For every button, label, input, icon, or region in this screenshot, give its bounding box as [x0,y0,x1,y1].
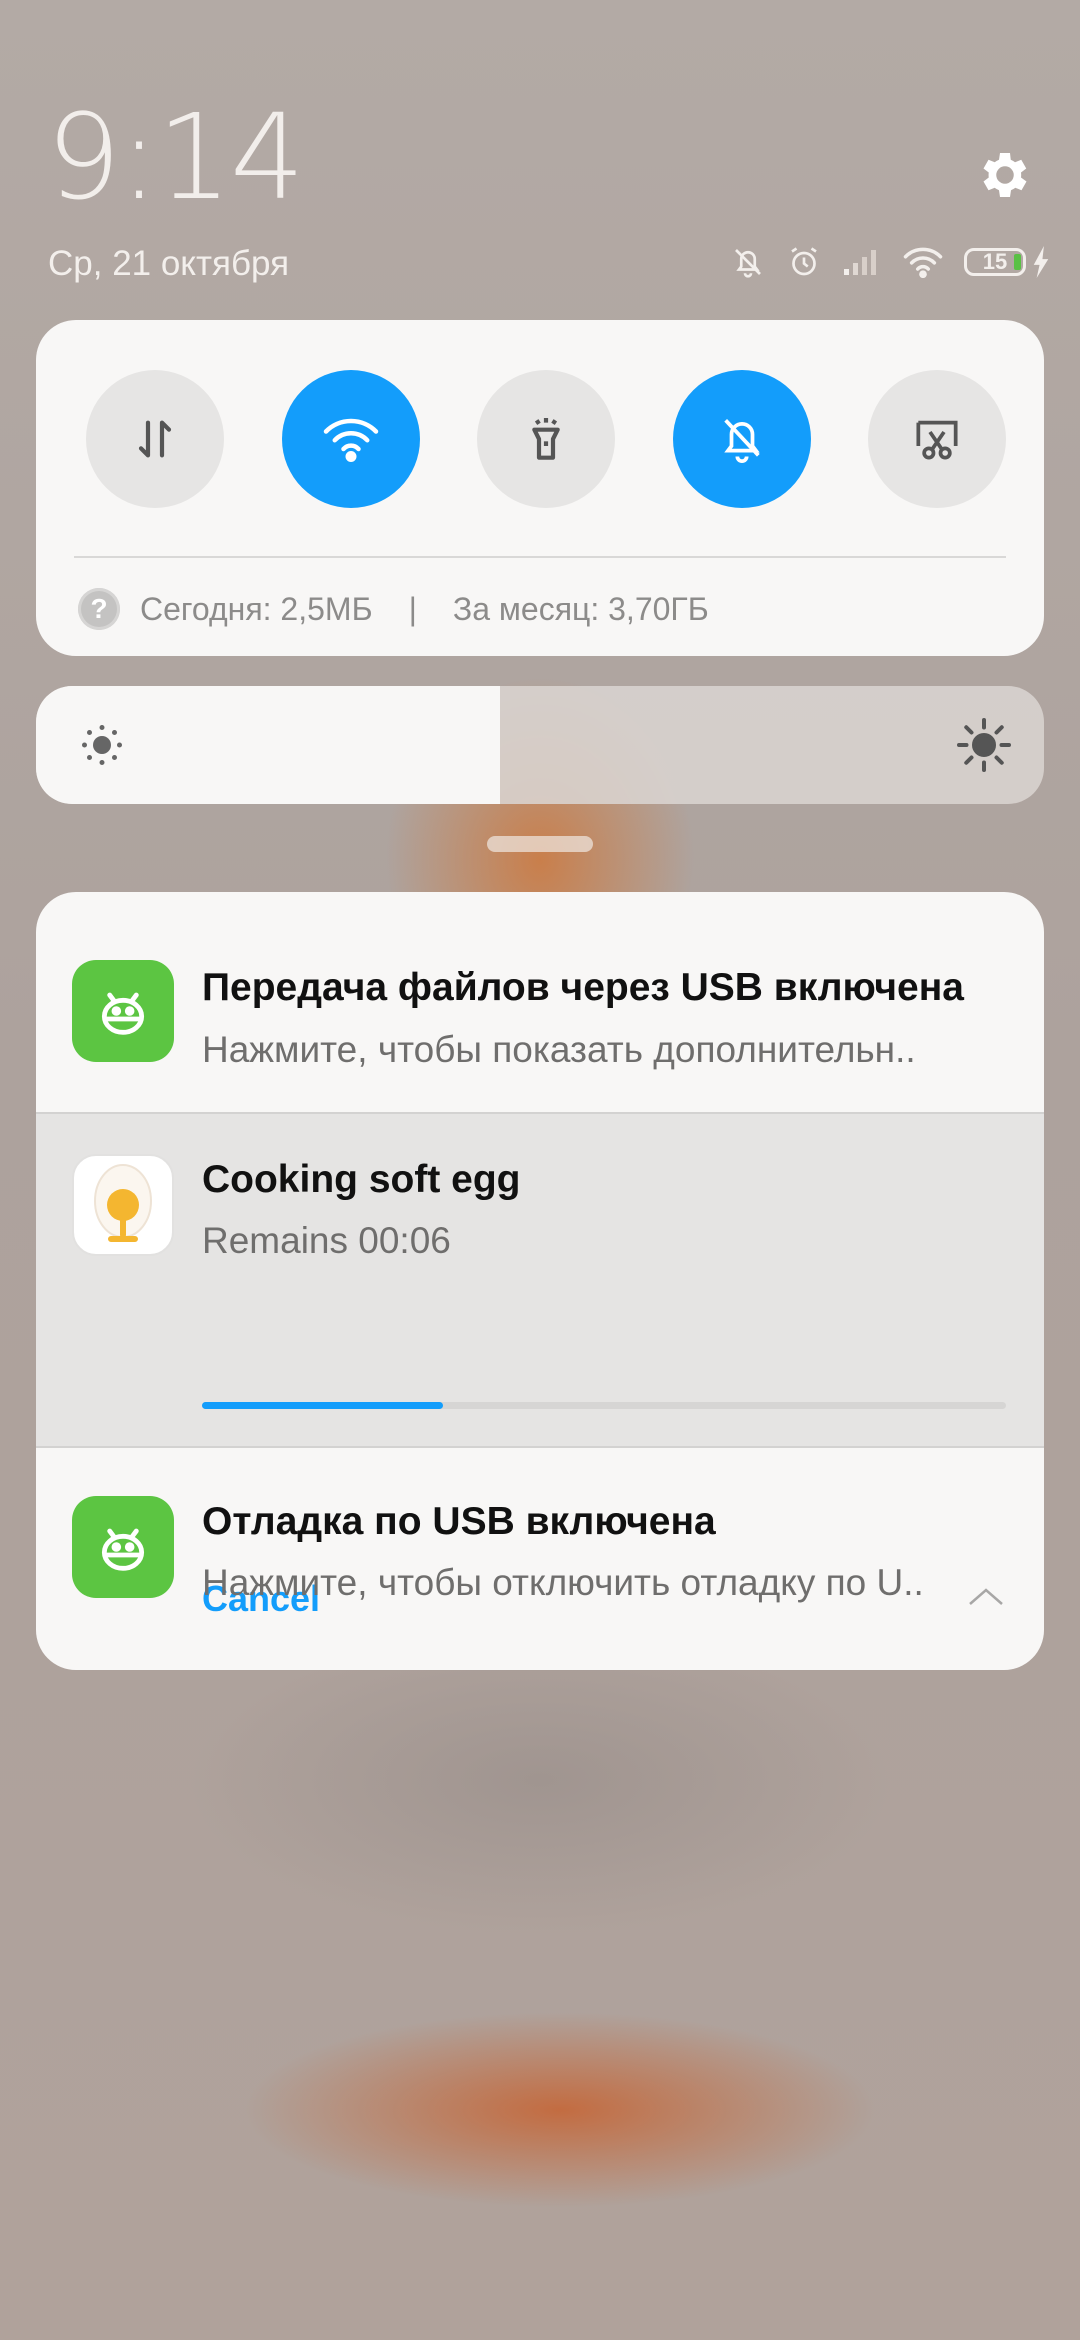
notification-egg-timer[interactable]: Cooking soft egg Remains 00:06 Cancel [36,1112,1044,1619]
data-usage[interactable]: ? Сегодня: 2,5МБ | За месяц: 3,70ГБ [78,588,709,630]
clock: 9:14 [46,88,305,226]
mobile-data-toggle[interactable] [86,370,224,508]
scissors-icon [916,420,958,460]
wifi-icon [903,247,943,278]
notification-text: Нажмите, чтобы отключить отладку по U.. [202,1562,924,1603]
screenshot-toggle[interactable] [868,370,1006,508]
usage-separator: | [408,590,417,627]
progress-fill [202,1402,444,1409]
data-arrows-icon [138,420,172,458]
android-icon [72,1496,174,1598]
bell-off-icon [735,249,761,278]
notification-title: Передача файлов через USB включена [202,966,964,1009]
wifi-toggle[interactable] [281,370,420,508]
notification-usb-transfer[interactable]: Передача файлов через USB включена Нажми… [36,892,1044,1112]
notification-text: Remains 00:06 [202,1220,451,1261]
divider [74,556,1006,558]
silent-toggle[interactable] [672,370,811,508]
battery-level: 15 [982,249,1008,274]
bell-off-icon [723,419,760,463]
status-icons: 15 [730,240,1050,284]
date: Ср, 21 октября [48,244,290,283]
battery-icon: 15 [964,248,1026,276]
notification-text: Нажмите, чтобы показать дополнительн.. [202,1029,916,1070]
timer-progress-bar [202,1402,1006,1409]
alarm-icon [791,247,817,276]
charging-icon [1033,246,1049,278]
gear-icon[interactable] [975,145,1035,205]
question-icon: ? [78,588,120,630]
wifi-icon [323,418,378,462]
flashlight-toggle[interactable] [477,370,615,508]
brightness-slider[interactable] [36,686,1044,804]
usage-today: Сегодня: 2,5МБ [140,590,373,627]
quick-settings-panel: ? Сегодня: 2,5МБ | За месяц: 3,70ГБ [36,320,1044,656]
panel-drag-handle[interactable] [487,836,593,852]
notification-title: Cooking soft egg [202,1158,521,1201]
usage-month: За месяц: 3,70ГБ [452,590,709,627]
notification-list: Передача файлов через USB включена Нажми… [36,892,1044,1670]
signal-icon [844,250,876,275]
notification-usb-debugging[interactable]: Отладка по USB включена Нажмите, чтобы о… [36,1448,1044,1670]
brightness-high-icon [957,718,1011,772]
egg-icon [72,1154,174,1256]
flashlight-icon [532,418,560,460]
brightness-low-icon [82,725,122,765]
notification-title: Отладка по USB включена [202,1500,716,1543]
android-icon [72,960,174,1062]
